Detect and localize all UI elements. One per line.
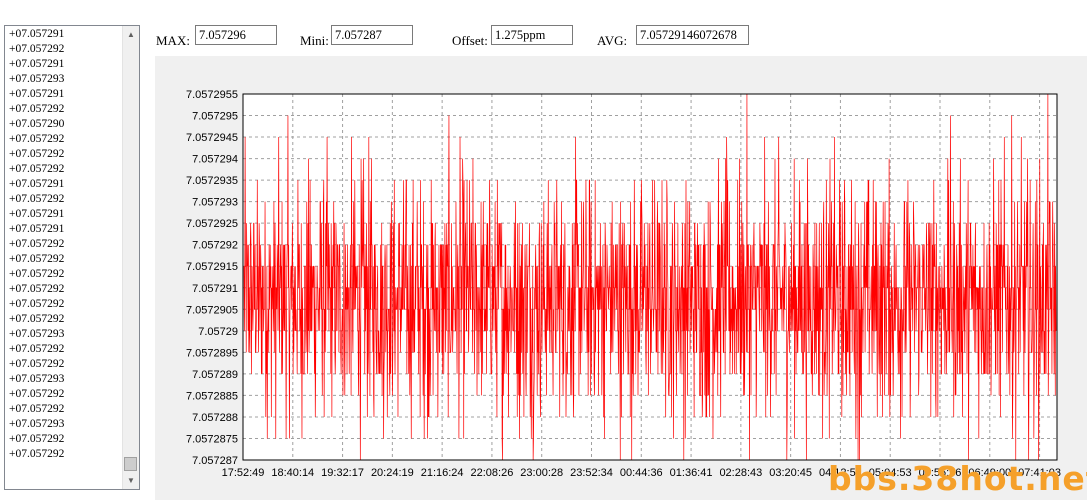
watermark: bbs.38hot.net	[828, 459, 1087, 498]
offset-label: Offset:	[452, 33, 488, 48]
list-item[interactable]: +07.057292	[9, 432, 64, 447]
mini-label: Mini:	[300, 33, 329, 48]
frequency-chart: 7.0572955 7.057295 7.0572945 7.057294 7.0572…	[155, 56, 1087, 500]
list-item[interactable]: +07.057292	[9, 237, 64, 252]
x-tick-label: 20:24:19	[371, 467, 414, 479]
readings-listbox[interactable]: +07.057291 +07.057292 +07.057291 +07.057293…	[4, 25, 140, 490]
list-item[interactable]: +07.057291	[9, 57, 64, 72]
y-tick-label: 7.057287	[192, 455, 238, 467]
y-tick-label: 7.0572945	[186, 132, 238, 144]
y-tick-label: 7.0572885	[186, 390, 238, 402]
y-tick-label: 7.05729	[198, 326, 238, 338]
list-item[interactable]: +07.057291	[9, 222, 64, 237]
list-item[interactable]: +07.057292	[9, 42, 64, 57]
list-item[interactable]: +07.057293	[9, 372, 64, 387]
x-tick-label: 03:20:45	[769, 467, 812, 479]
list-item[interactable]: +07.057292	[9, 147, 64, 162]
scroll-thumb[interactable]	[124, 457, 137, 471]
list-item[interactable]: +07.057292	[9, 267, 64, 282]
list-item[interactable]: +07.057293	[9, 327, 64, 342]
list-item[interactable]: +07.057292	[9, 162, 64, 177]
y-tick-label: 7.057291	[192, 283, 238, 295]
x-tick-label: 19:32:17	[321, 467, 364, 479]
list-item[interactable]: +07.057292	[9, 297, 64, 312]
list-item[interactable]: +07.057292	[9, 132, 64, 147]
y-tick-label: 7.0572935	[186, 175, 238, 187]
list-item[interactable]: +07.057291	[9, 207, 64, 222]
list-item[interactable]: +07.057292	[9, 192, 64, 207]
list-item[interactable]: +07.057292	[9, 402, 64, 417]
x-tick-label: 01:36:41	[670, 467, 713, 479]
y-tick-label: 7.057293	[192, 197, 238, 209]
y-tick-label: 7.057292	[192, 240, 238, 252]
y-tick-label: 7.057295	[192, 111, 238, 123]
avg-field[interactable]: 7.05729146072678	[636, 25, 749, 45]
list-item[interactable]: +07.057292	[9, 282, 64, 297]
list-item[interactable]: +07.057293	[9, 72, 64, 87]
y-tick-label: 7.0572905	[186, 304, 238, 316]
list-item[interactable]: +07.057291	[9, 27, 64, 42]
readings-list: +07.057291 +07.057292 +07.057291 +07.057293…	[9, 27, 64, 462]
x-tick-label: 22:08:26	[471, 467, 514, 479]
x-tick-label: 18:40:14	[271, 467, 314, 479]
list-item[interactable]: +07.057292	[9, 387, 64, 402]
y-tick-label: 7.0572925	[186, 218, 238, 230]
x-tick-label: 02:28:43	[719, 467, 762, 479]
mini-field[interactable]: 7.057287	[331, 25, 413, 45]
y-tick-label: 7.0572875	[186, 433, 238, 445]
vertical-scrollbar[interactable]: ▲ ▼	[122, 26, 139, 489]
x-tick-label: 21:16:24	[421, 467, 464, 479]
scroll-up-arrow-icon[interactable]: ▲	[123, 26, 139, 43]
chart-svg: 7.0572955 7.057295 7.0572945 7.057294 7.0572…	[186, 89, 1061, 479]
y-tick-label: 7.057289	[192, 369, 238, 381]
x-tick-label: 23:00:28	[520, 467, 563, 479]
list-item[interactable]: +07.057291	[9, 87, 64, 102]
y-tick-label: 7.057288	[192, 412, 238, 424]
max-field[interactable]: 7.057296	[195, 25, 277, 45]
y-tick-label: 7.057294	[192, 154, 238, 166]
list-item[interactable]: +07.057292	[9, 447, 64, 462]
list-item[interactable]: +07.057291	[9, 177, 64, 192]
list-item[interactable]: +07.057290	[9, 117, 64, 132]
list-item[interactable]: +07.057292	[9, 252, 64, 267]
avg-label: AVG:	[597, 33, 628, 48]
offset-field[interactable]: 1.275ppm	[491, 25, 573, 45]
x-tick-label: 17:52:49	[222, 467, 265, 479]
y-tick-label: 7.0572955	[186, 89, 238, 101]
y-tick-label: 7.0572895	[186, 347, 238, 359]
scroll-down-arrow-icon[interactable]: ▼	[123, 472, 139, 489]
x-tick-label: 00:44:36	[620, 467, 663, 479]
list-item[interactable]: +07.057293	[9, 417, 64, 432]
list-item[interactable]: +07.057292	[9, 342, 64, 357]
list-item[interactable]: +07.057292	[9, 312, 64, 327]
max-label: MAX:	[156, 33, 190, 48]
x-tick-label: 23:52:34	[570, 467, 613, 479]
list-item[interactable]: +07.057292	[9, 357, 64, 372]
y-tick-label: 7.0572915	[186, 261, 238, 273]
list-item[interactable]: +07.057292	[9, 102, 64, 117]
